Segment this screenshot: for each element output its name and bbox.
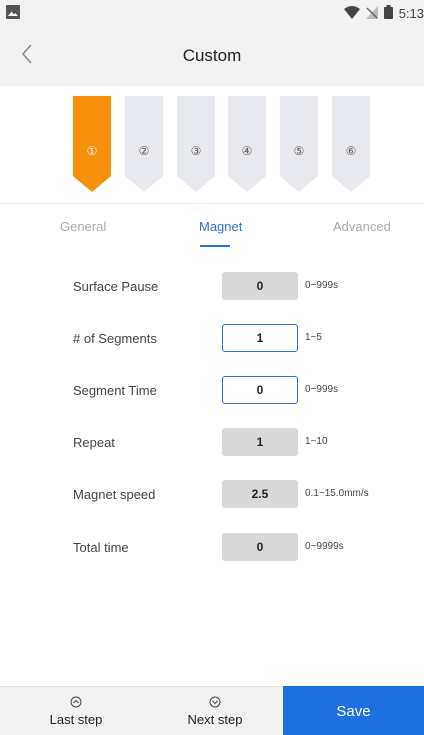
parameter-label: Surface Pause xyxy=(73,279,159,294)
tab-magnet[interactable]: Magnet xyxy=(199,219,242,234)
parameter-label: Repeat xyxy=(73,435,115,450)
tab-advanced[interactable]: Advanced xyxy=(333,219,391,234)
step-4[interactable]: ④ xyxy=(228,96,266,192)
parameter-label: Magnet speed xyxy=(73,487,156,502)
step-number: ⑤ xyxy=(293,144,305,158)
step-5[interactable]: ⑤ xyxy=(280,96,318,192)
parameter-label: Segment Time xyxy=(73,383,157,398)
parameter-row: Surface Pause 0 0~999s xyxy=(0,272,424,302)
parameter-value-field: 0 xyxy=(222,533,298,561)
parameter-range: 0~9999s xyxy=(305,541,344,552)
next-step-label: Next step xyxy=(187,712,243,727)
parameter-row: Magnet speed 2.5 0.1~15.0mm/s xyxy=(0,480,424,510)
parameter-row: # of Segments 1 1~5 xyxy=(0,324,424,354)
parameter-value-field[interactable]: 0 xyxy=(222,376,298,404)
page-title: Custom xyxy=(182,46,242,65)
last-step-label: Last step xyxy=(49,712,103,727)
parameter-range: 0~999s xyxy=(305,384,339,395)
tab-underline xyxy=(200,245,230,247)
parameter-value-field[interactable]: 1 xyxy=(222,324,298,352)
chevron-up-circle-icon xyxy=(70,695,82,713)
parameter-value-field: 1 xyxy=(222,428,298,456)
image-icon xyxy=(6,5,20,24)
step-6[interactable]: ⑥ xyxy=(332,96,370,192)
tab-bar: General Magnet Advanced xyxy=(0,204,424,254)
parameter-row: Total time 0 0~9999s xyxy=(0,533,424,563)
parameter-range: 1~5 xyxy=(305,332,322,343)
parameter-row: Repeat 1 1~10 xyxy=(0,428,424,458)
step-number: ⑥ xyxy=(345,144,357,158)
tab-general[interactable]: General xyxy=(60,219,106,234)
parameter-row: Segment Time 0 0~999s xyxy=(0,376,424,406)
step-3[interactable]: ③ xyxy=(177,96,215,192)
parameter-value-field: 2.5 xyxy=(222,480,298,508)
battery-icon xyxy=(383,5,393,22)
parameter-range: 1~10 xyxy=(305,436,328,447)
header: Custom xyxy=(0,26,424,86)
last-step-button[interactable]: Last step xyxy=(36,687,116,735)
step-number: ④ xyxy=(241,144,253,158)
step-number: ① xyxy=(86,144,98,158)
parameter-label: Total time xyxy=(73,540,129,555)
chevron-down-circle-icon xyxy=(209,695,221,713)
step-number: ③ xyxy=(190,144,202,158)
status-bar: 5:13 xyxy=(0,0,424,26)
next-step-button[interactable]: Next step xyxy=(175,687,255,735)
wifi-icon xyxy=(343,5,360,22)
step-number: ② xyxy=(138,144,150,158)
parameter-range: 0.1~15.0mm/s xyxy=(305,488,369,499)
step-2[interactable]: ② xyxy=(125,96,163,192)
parameter-value-field: 0 xyxy=(222,272,298,300)
save-button[interactable]: Save xyxy=(283,686,424,735)
status-time: 5:13 xyxy=(398,6,424,21)
step-1[interactable]: ① xyxy=(73,96,111,192)
parameter-range: 0~999s xyxy=(305,280,339,291)
step-selector: ① ② ③ ④ ⑤ ⑥ xyxy=(0,86,424,204)
parameter-label: # of Segments xyxy=(73,331,157,346)
no-sim-icon xyxy=(365,5,378,22)
